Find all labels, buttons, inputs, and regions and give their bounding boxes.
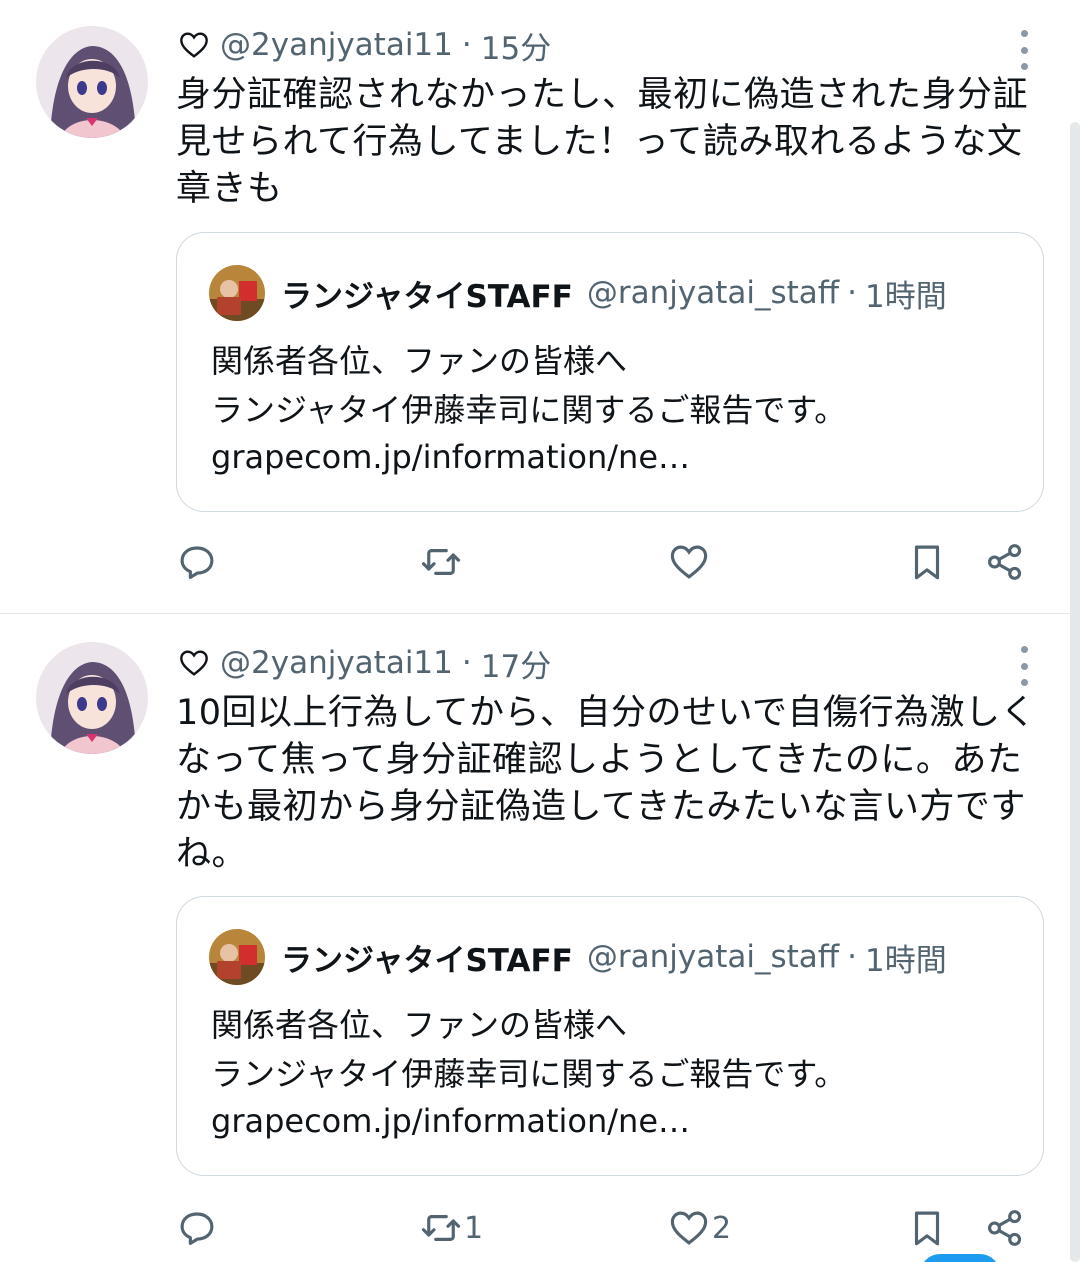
quoted-name[interactable]: ランジャタイSTAFF	[281, 271, 573, 316]
quoted-timestamp[interactable]: 1時間	[865, 271, 947, 316]
quoted-avatar	[209, 929, 265, 985]
bookmark-icon	[914, 1211, 940, 1246]
retweet-button[interactable]: 1	[420, 1203, 483, 1253]
reply-button[interactable]	[176, 1203, 220, 1253]
tweet-text-line: 身分証確認されなかったし、最初に偽造された身分証	[176, 75, 1029, 115]
separator: ·	[461, 27, 472, 63]
quoted-link[interactable]: grapecom.jp/information/ne…	[211, 434, 690, 480]
quoted-tweet[interactable]: ランジャタイSTAFF @ranjyatai_staff · 1時間 関係者各位…	[176, 896, 1044, 1176]
tweet[interactable]: @2yanjyatai11 · 15分 身分証確認されなかったし、最初に偽造され…	[0, 0, 1080, 613]
tweet-text-line: かも最初から身分証偽造してきたみたいな言い方です	[176, 787, 1026, 827]
tweet-text: 身分証確認されなかったし、最初に偽造された身分証 見せられて行為してました！って…	[176, 72, 1036, 213]
bookmark-button[interactable]	[906, 1203, 948, 1253]
action-bar: 1 2	[0, 1203, 1080, 1253]
heart-icon	[180, 650, 208, 676]
tweet-meta: @2yanjyatai11 · 15分	[178, 23, 551, 68]
like-icon	[670, 545, 708, 579]
quoted-text: 関係者各位、ファンの皆様へ ランジャタイ伊藤幸司に関するご報告です。	[211, 337, 846, 435]
quoted-header: ランジャタイSTAFF @ranjyatai_staff · 1時間	[281, 935, 947, 980]
share-icon	[988, 544, 1022, 580]
reply-icon	[180, 1212, 214, 1245]
user-handle[interactable]: @2yanjyatai11	[220, 645, 453, 681]
tweet[interactable]: @2yanjyatai11 · 17分 10回以上行為してから、自分のせいで自傷…	[0, 614, 1080, 1262]
tweet-meta: @2yanjyatai11 · 17分	[178, 641, 551, 686]
tweet-text-line: 見せられて行為してました！って読み取れるような文	[176, 122, 1023, 162]
like-button[interactable]	[668, 537, 712, 587]
quoted-text-line: ランジャタイ伊藤幸司に関するご報告です。	[211, 1055, 847, 1093]
timestamp[interactable]: 15分	[481, 23, 551, 68]
retweet-count: 1	[464, 1210, 484, 1246]
reply-button[interactable]	[176, 537, 220, 587]
avatar[interactable]	[36, 26, 148, 138]
quoted-handle[interactable]: @ranjyatai_staff	[587, 939, 839, 975]
quoted-link[interactable]: grapecom.jp/information/ne…	[211, 1098, 690, 1144]
separator: ·	[461, 645, 472, 681]
more-icon[interactable]	[1014, 646, 1034, 686]
timestamp[interactable]: 17分	[481, 641, 551, 686]
bookmark-button[interactable]	[906, 537, 948, 587]
tweet-text-line: なって焦って身分証確認しようとしてきたのに。あた	[176, 740, 1023, 780]
more-icon[interactable]	[1014, 30, 1034, 70]
avatar[interactable]	[36, 642, 148, 754]
bookmark-icon	[914, 545, 940, 580]
separator: ·	[847, 939, 858, 975]
scrollbar[interactable]	[1070, 122, 1080, 1262]
like-button[interactable]: 2	[668, 1203, 731, 1253]
quoted-header: ランジャタイSTAFF @ranjyatai_staff · 1時間	[281, 271, 947, 316]
quoted-text-line: ランジャタイ伊藤幸司に関するご報告です。	[211, 391, 847, 429]
user-handle[interactable]: @2yanjyatai11	[220, 27, 453, 63]
share-button[interactable]	[984, 1203, 1026, 1253]
tweet-text-line: ね。	[176, 834, 248, 874]
separator: ·	[847, 275, 858, 311]
share-icon	[988, 1210, 1022, 1246]
like-icon	[670, 1211, 708, 1245]
quoted-tweet[interactable]: ランジャタイSTAFF @ranjyatai_staff · 1時間 関係者各位…	[176, 232, 1044, 512]
quoted-name[interactable]: ランジャタイSTAFF	[281, 935, 573, 980]
quoted-text-line: 関係者各位、ファンの皆様へ	[211, 342, 628, 380]
quoted-text: 関係者各位、ファンの皆様へ ランジャタイ伊藤幸司に関するご報告です。	[211, 1001, 846, 1099]
quoted-text-line: 関係者各位、ファンの皆様へ	[211, 1006, 628, 1044]
quoted-timestamp[interactable]: 1時間	[865, 935, 947, 980]
compose-button[interactable]	[920, 1254, 1000, 1262]
tweet-text-line: 章きも	[176, 169, 283, 209]
retweet-icon	[421, 1215, 461, 1241]
retweet-button[interactable]	[420, 537, 464, 587]
tweet-text: 10回以上行為してから、自分のせいで自傷行為激しく なって焦って身分証確認しよう…	[176, 690, 1036, 878]
action-bar	[0, 537, 1080, 587]
like-count: 2	[712, 1210, 732, 1246]
retweet-icon	[421, 549, 461, 575]
tweet-text-line: 10回以上行為してから、自分のせいで自傷行為激しく	[176, 693, 1036, 733]
quoted-handle[interactable]: @ranjyatai_staff	[587, 275, 839, 311]
reply-icon	[180, 546, 214, 579]
quoted-avatar	[209, 265, 265, 321]
share-button[interactable]	[984, 537, 1026, 587]
heart-icon	[180, 32, 208, 58]
